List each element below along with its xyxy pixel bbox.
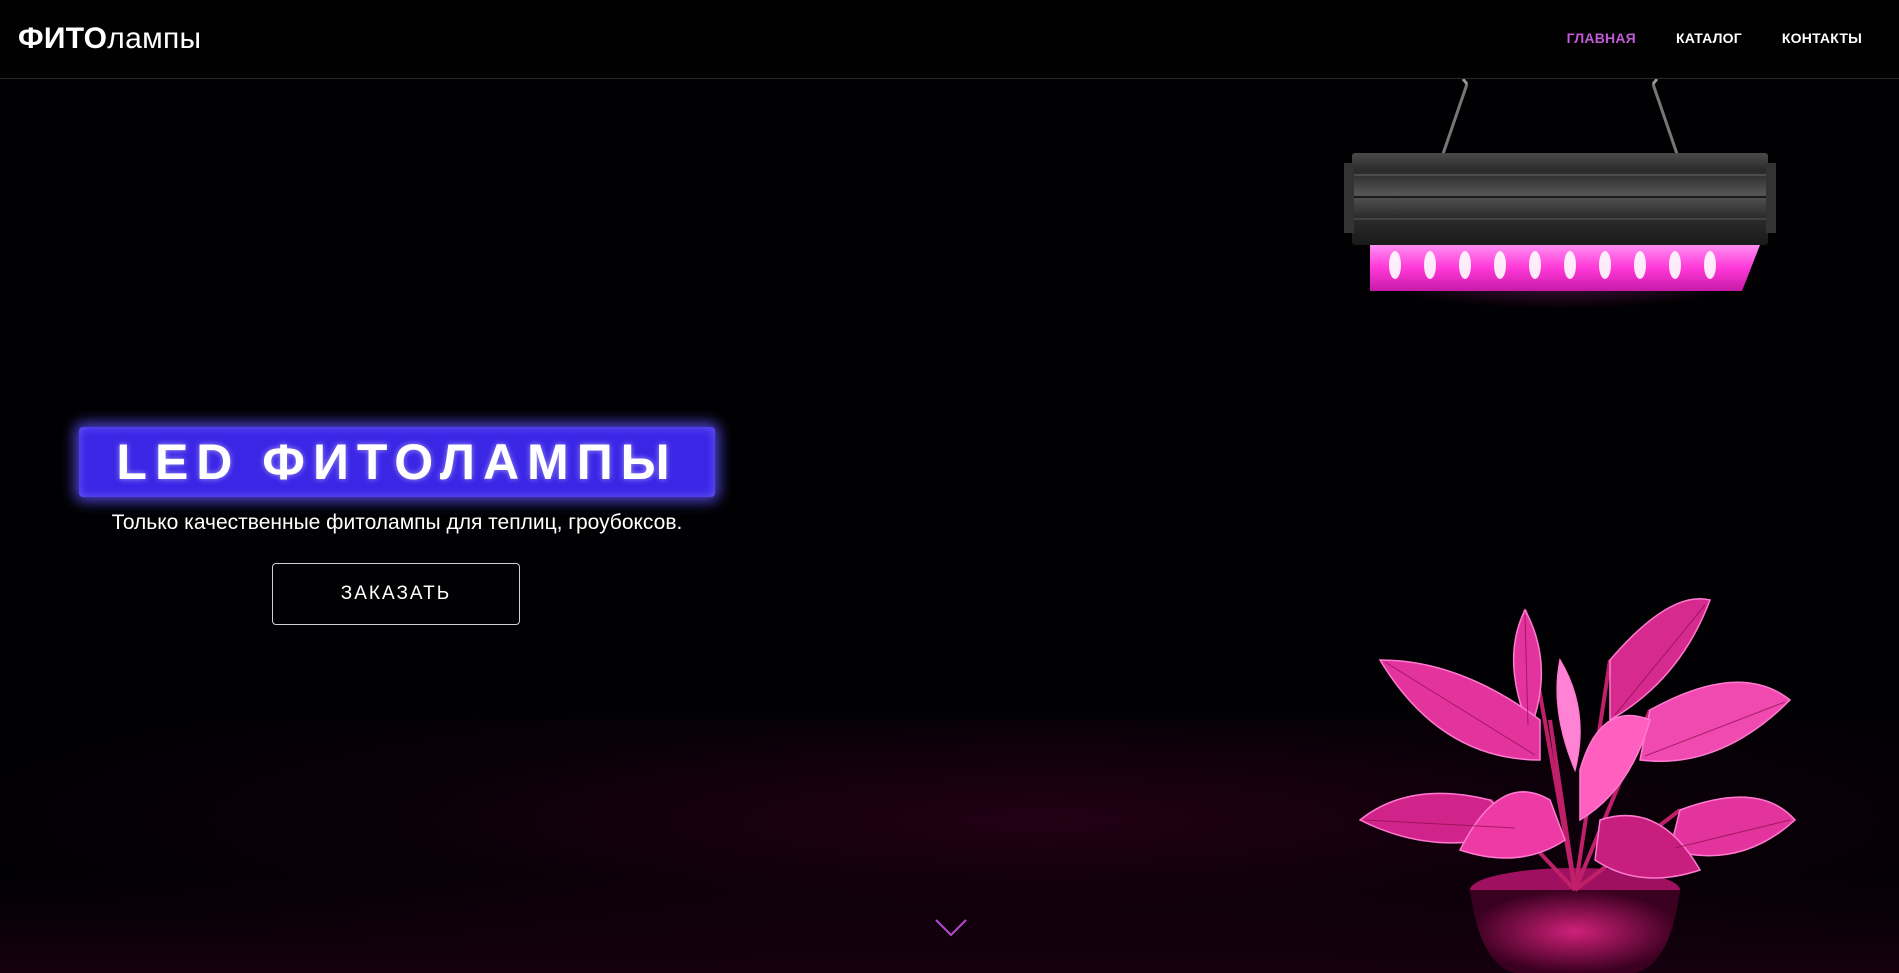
main-nav: ГЛАВНАЯ КАТАЛОГ КОНТАКТЫ (1567, 30, 1862, 46)
hero-title: LED ФИТОЛАМПЫ (116, 434, 678, 490)
site-header: ФИТОлампы ГЛАВНАЯ КАТАЛОГ КОНТАКТЫ (0, 0, 1899, 79)
nav-item-catalog[interactable]: КАТАЛОГ (1676, 30, 1742, 46)
page: ФИТОлампы ГЛАВНАЯ КАТАЛОГ КОНТАКТЫ LED Ф… (0, 0, 1899, 973)
nav-item-contacts[interactable]: КОНТАКТЫ (1782, 30, 1862, 46)
logo-light-part: лампы (107, 22, 202, 55)
site-logo[interactable]: ФИТОлампы (18, 22, 201, 56)
logo-bold-part: ФИТО (18, 22, 108, 55)
plant-image (1358, 598, 1797, 973)
led-lamp-image (1344, 79, 1776, 309)
chevron-down-icon[interactable] (934, 917, 968, 939)
order-button[interactable]: ЗАКАЗАТЬ (272, 563, 520, 625)
hero-title-box: LED ФИТОЛАМПЫ (79, 427, 715, 497)
nav-item-home[interactable]: ГЛАВНАЯ (1567, 30, 1636, 46)
hero-subtitle: Только качественные фитолампы для теплиц… (111, 511, 683, 534)
